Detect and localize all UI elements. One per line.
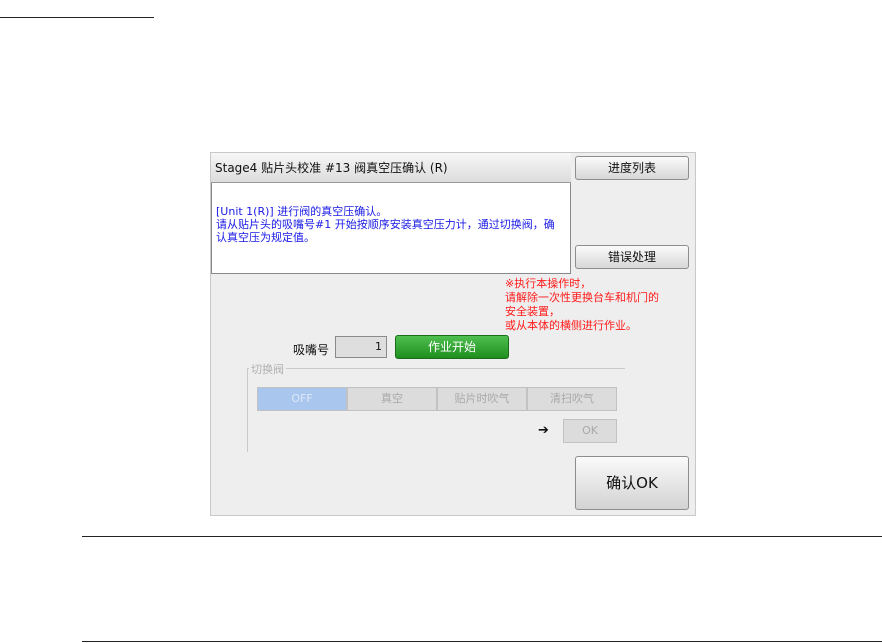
warning-line: 或从本体的横侧进行作业。 [505, 319, 637, 332]
message-line: 请从贴片头的吸嘴号#1 开始按顺序安装真空压力计，通过切换阀，确 [216, 218, 555, 231]
dialog-title: Stage4 贴片头校准 #13 阀真空压确认 (R) [211, 153, 571, 183]
valve-option-off[interactable]: OFF [257, 387, 347, 411]
progress-list-button[interactable]: 进度列表 [575, 156, 689, 180]
valve-ok-button[interactable]: OK [563, 419, 617, 443]
instruction-message: [Unit 1(R)] 进行阀的真空压确认。 请从贴片头的吸嘴号#1 开始按顺序… [211, 183, 571, 274]
warning-line: 安全装置， [505, 305, 560, 318]
valve-option-vacuum[interactable]: 真空 [347, 387, 437, 411]
error-handling-button[interactable]: 错误处理 [575, 245, 689, 269]
start-work-button[interactable]: 作业开始 [395, 335, 509, 359]
middle-rule [82, 536, 882, 537]
message-line: 认真空压为规定值。 [216, 231, 315, 244]
confirm-ok-button[interactable]: 确认OK [575, 456, 689, 510]
message-line: [Unit 1(R)] 进行阀的真空压确认。 [216, 205, 388, 218]
valve-option-clean-blow[interactable]: 清扫吹气 [527, 387, 617, 411]
warning-line: 请解除一次性更换台车和机门的 [505, 291, 659, 304]
safety-warning: ※执行本操作时， 请解除一次性更换台车和机门的 安全装置， 或从本体的横侧进行作… [505, 277, 659, 333]
nozzle-number-field[interactable]: 1 [335, 336, 387, 358]
calibration-dialog: Stage4 贴片头校准 #13 阀真空压确认 (R) [Unit 1(R)] … [210, 152, 696, 516]
warning-line: ※执行本操作时， [505, 277, 592, 290]
arrow-right-icon: ➔ [538, 423, 549, 438]
valve-switch-label: 切换阀 [249, 361, 286, 377]
valve-option-mount-blow[interactable]: 贴片时吹气 [437, 387, 527, 411]
top-rule [0, 17, 154, 18]
nozzle-number-label: 吸嘴号 [293, 343, 330, 357]
bottom-rule [82, 641, 882, 642]
